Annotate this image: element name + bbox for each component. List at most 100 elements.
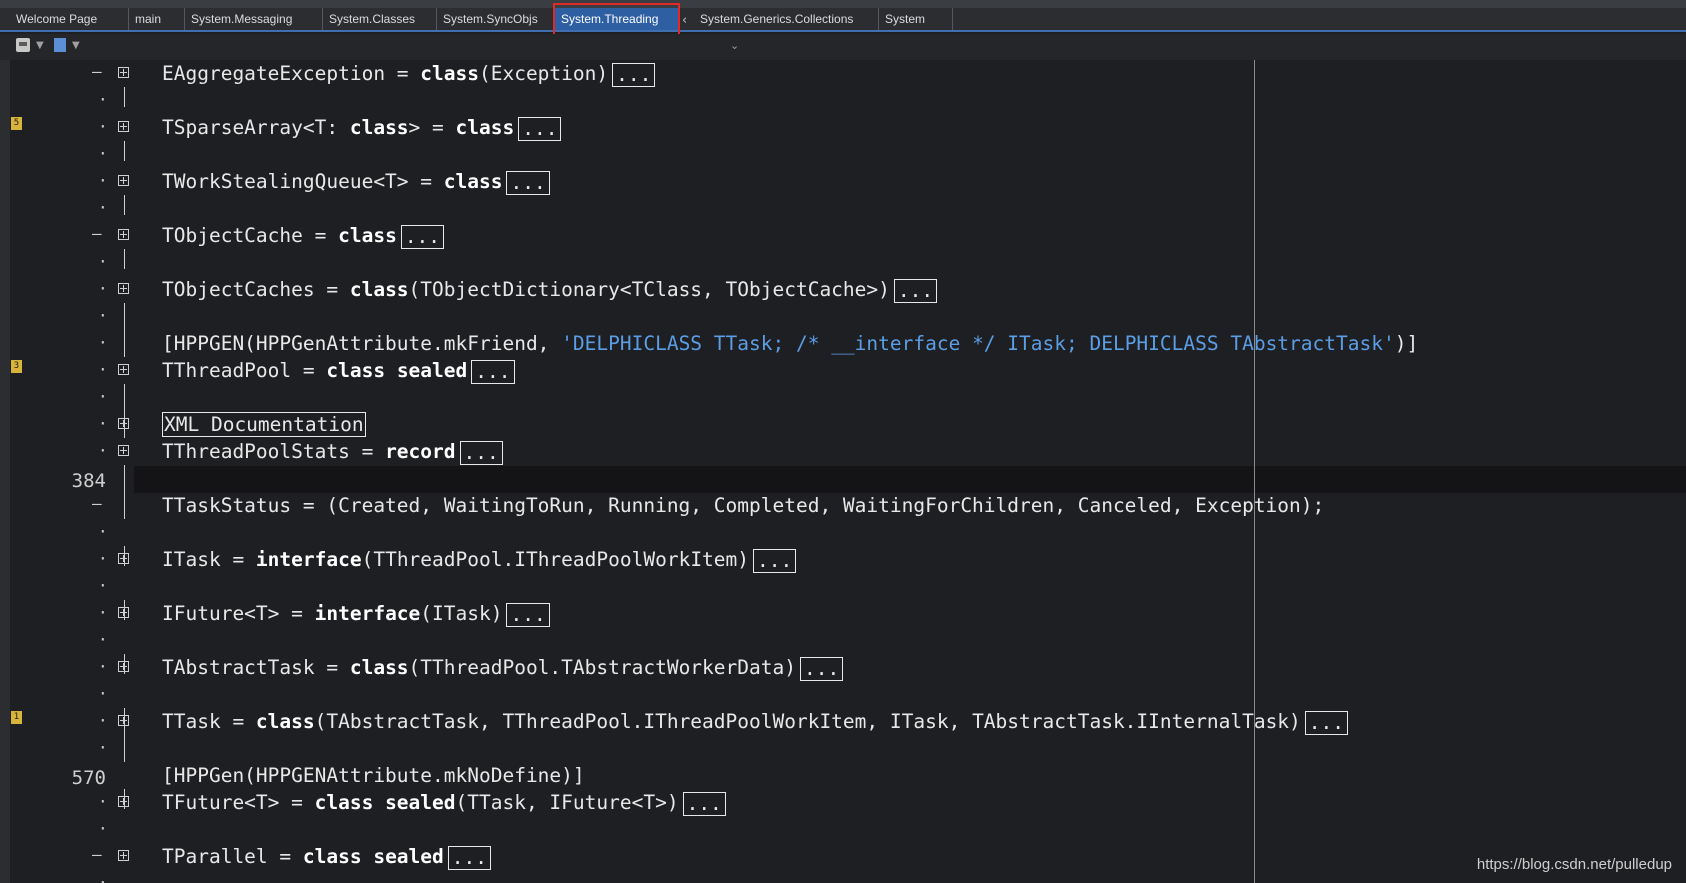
chevron-down-icon[interactable]: ▼	[72, 40, 80, 56]
tab-system-messaging[interactable]: System.Messaging	[185, 8, 323, 30]
code-text: EAggregateException = class(Exception)..…	[162, 60, 656, 87]
fold-dash: –	[92, 62, 102, 81]
code-text: TThreadPool = class sealed...	[162, 357, 515, 384]
code-text: TObjectCache = class...	[162, 222, 445, 249]
line-dot: ·	[98, 279, 108, 298]
watermark: https://blog.csdn.net/pulledup	[1476, 856, 1672, 873]
bookmark-3-icon[interactable]: 3	[11, 360, 22, 373]
line-dot: ·	[98, 792, 108, 811]
collapsed-region[interactable]: ...	[400, 224, 445, 249]
collapsed-region[interactable]: ...	[506, 602, 550, 627]
expand-icon[interactable]	[118, 715, 129, 726]
expand-icon[interactable]	[118, 607, 129, 618]
chevron-down-icon[interactable]: ⌄	[730, 39, 739, 52]
code-line: – EAggregateException = class(Exception)…	[0, 60, 1686, 87]
line-dot: ·	[98, 522, 108, 541]
code-line: · ITask = interface(TThreadPool.IThreadP…	[0, 546, 1686, 573]
tab-system[interactable]: System	[879, 8, 953, 30]
code-text: [HPPGen(HPPGENAttribute.mkNoDefine)]	[162, 764, 585, 787]
code-line: · [HPPGEN(HPPGenAttribute.mkFriend, 'DEL…	[0, 330, 1686, 357]
code-line: · XML Documentation	[0, 411, 1686, 438]
collapsed-region[interactable]: ...	[612, 62, 656, 87]
code-text: TAbstractTask = class(TThreadPool.TAbstr…	[162, 654, 844, 681]
line-dot: ·	[98, 630, 108, 649]
code-text: TThreadPoolStats = record...	[162, 438, 503, 465]
tab-system-threading[interactable]: System.Threading	[555, 8, 678, 30]
code-editor[interactable]: – EAggregateException = class(Exception)…	[0, 60, 1686, 883]
code-line: · TWorkStealingQueue<T> = class...	[0, 168, 1686, 195]
line-dot: ·	[98, 360, 108, 379]
expand-icon[interactable]	[118, 418, 129, 429]
bookmark-5-icon[interactable]: 5	[11, 117, 22, 130]
code-line: · TAbstractTask = class(TThreadPool.TAbs…	[0, 654, 1686, 681]
collapsed-region[interactable]: ...	[753, 548, 797, 573]
tab-system-classes[interactable]: System.Classes	[323, 8, 437, 30]
code-text: ITask = interface(TThreadPool.IThreadPoo…	[162, 546, 797, 573]
line-dot: ·	[98, 549, 108, 568]
code-line: – TObjectCache = class...	[0, 222, 1686, 249]
file-icon[interactable]	[54, 38, 66, 52]
code-line: ·	[0, 141, 1686, 168]
tab-system-generics-collections[interactable]: System.Generics.Collections	[694, 8, 879, 30]
code-line: ·	[0, 303, 1686, 330]
expand-icon[interactable]	[118, 175, 129, 186]
collapsed-region[interactable]: ...	[518, 116, 562, 141]
expand-icon[interactable]	[118, 364, 129, 375]
expand-icon[interactable]	[118, 121, 129, 132]
line-dot: ·	[98, 333, 108, 352]
top-strip	[0, 0, 1686, 8]
line-dot: ·	[98, 90, 108, 109]
collapsed-region[interactable]: ...	[893, 278, 938, 303]
code-line: · IFuture<T> = interface(ITask)...	[0, 600, 1686, 627]
line-dot: ·	[98, 198, 108, 217]
expand-icon[interactable]	[118, 283, 129, 294]
tab-welcome-page[interactable]: Welcome Page	[10, 8, 129, 30]
tab-system-syncobjs[interactable]: System.SyncObjs	[437, 8, 555, 30]
line-dot: ·	[98, 306, 108, 325]
line-dot: ·	[98, 252, 108, 271]
collapsed-region[interactable]: ...	[447, 845, 492, 870]
collapsed-region[interactable]: ...	[459, 440, 503, 465]
code-text: XML Documentation	[162, 411, 366, 438]
expand-icon[interactable]	[118, 796, 129, 807]
expand-icon[interactable]	[118, 553, 129, 564]
code-line: ·	[0, 573, 1686, 600]
code-text: TFuture<T> = class sealed(TTask, IFuture…	[162, 789, 726, 816]
collapsed-region[interactable]: ...	[1304, 710, 1349, 735]
bookmark-1-icon[interactable]: 1	[11, 711, 22, 724]
component-icon[interactable]	[16, 38, 30, 52]
collapsed-region[interactable]: ...	[682, 791, 726, 816]
chevron-down-icon[interactable]: ▼	[36, 40, 44, 56]
code-line: – TParallel = class sealed...	[0, 843, 1686, 870]
code-line: ·	[0, 249, 1686, 276]
line-dot: ·	[98, 603, 108, 622]
line-dot: ·	[98, 171, 108, 190]
code-line: ·	[0, 384, 1686, 411]
code-line: ·	[0, 87, 1686, 114]
code-line: ·	[0, 735, 1686, 762]
code-text: TSparseArray<T: class> = class...	[162, 114, 562, 141]
editor-toolbar: ▼ ▼ ⌄	[0, 34, 1686, 60]
tab-main[interactable]: main	[129, 8, 185, 30]
code-line: ·	[0, 816, 1686, 843]
code-text: TParallel = class sealed...	[162, 843, 492, 870]
code-text: TTask = class(TAbstractTask, TThreadPool…	[162, 708, 1349, 735]
collapsed-region[interactable]: ...	[506, 170, 550, 195]
expand-icon[interactable]	[118, 850, 129, 861]
line-number: 384	[71, 470, 106, 492]
xml-documentation-region[interactable]: XML Documentation	[162, 412, 366, 437]
chevron-left-icon[interactable]: ‹	[682, 13, 687, 28]
code-text: TWorkStealingQueue<T> = class...	[162, 168, 550, 195]
line-dot: ·	[98, 819, 108, 838]
collapsed-region[interactable]: ...	[471, 359, 515, 384]
code-line: ·	[0, 681, 1686, 708]
line-number: 570	[71, 767, 106, 789]
code-line: ·	[0, 195, 1686, 222]
code-text: TTaskStatus = (Created, WaitingToRun, Ru…	[162, 494, 1325, 517]
expand-icon[interactable]	[118, 445, 129, 456]
code-line: · TObjectCaches = class(TObjectDictionar…	[0, 276, 1686, 303]
expand-icon[interactable]	[118, 661, 129, 672]
expand-icon[interactable]	[118, 67, 129, 78]
expand-icon[interactable]	[118, 229, 129, 240]
collapsed-region[interactable]: ...	[799, 656, 844, 681]
